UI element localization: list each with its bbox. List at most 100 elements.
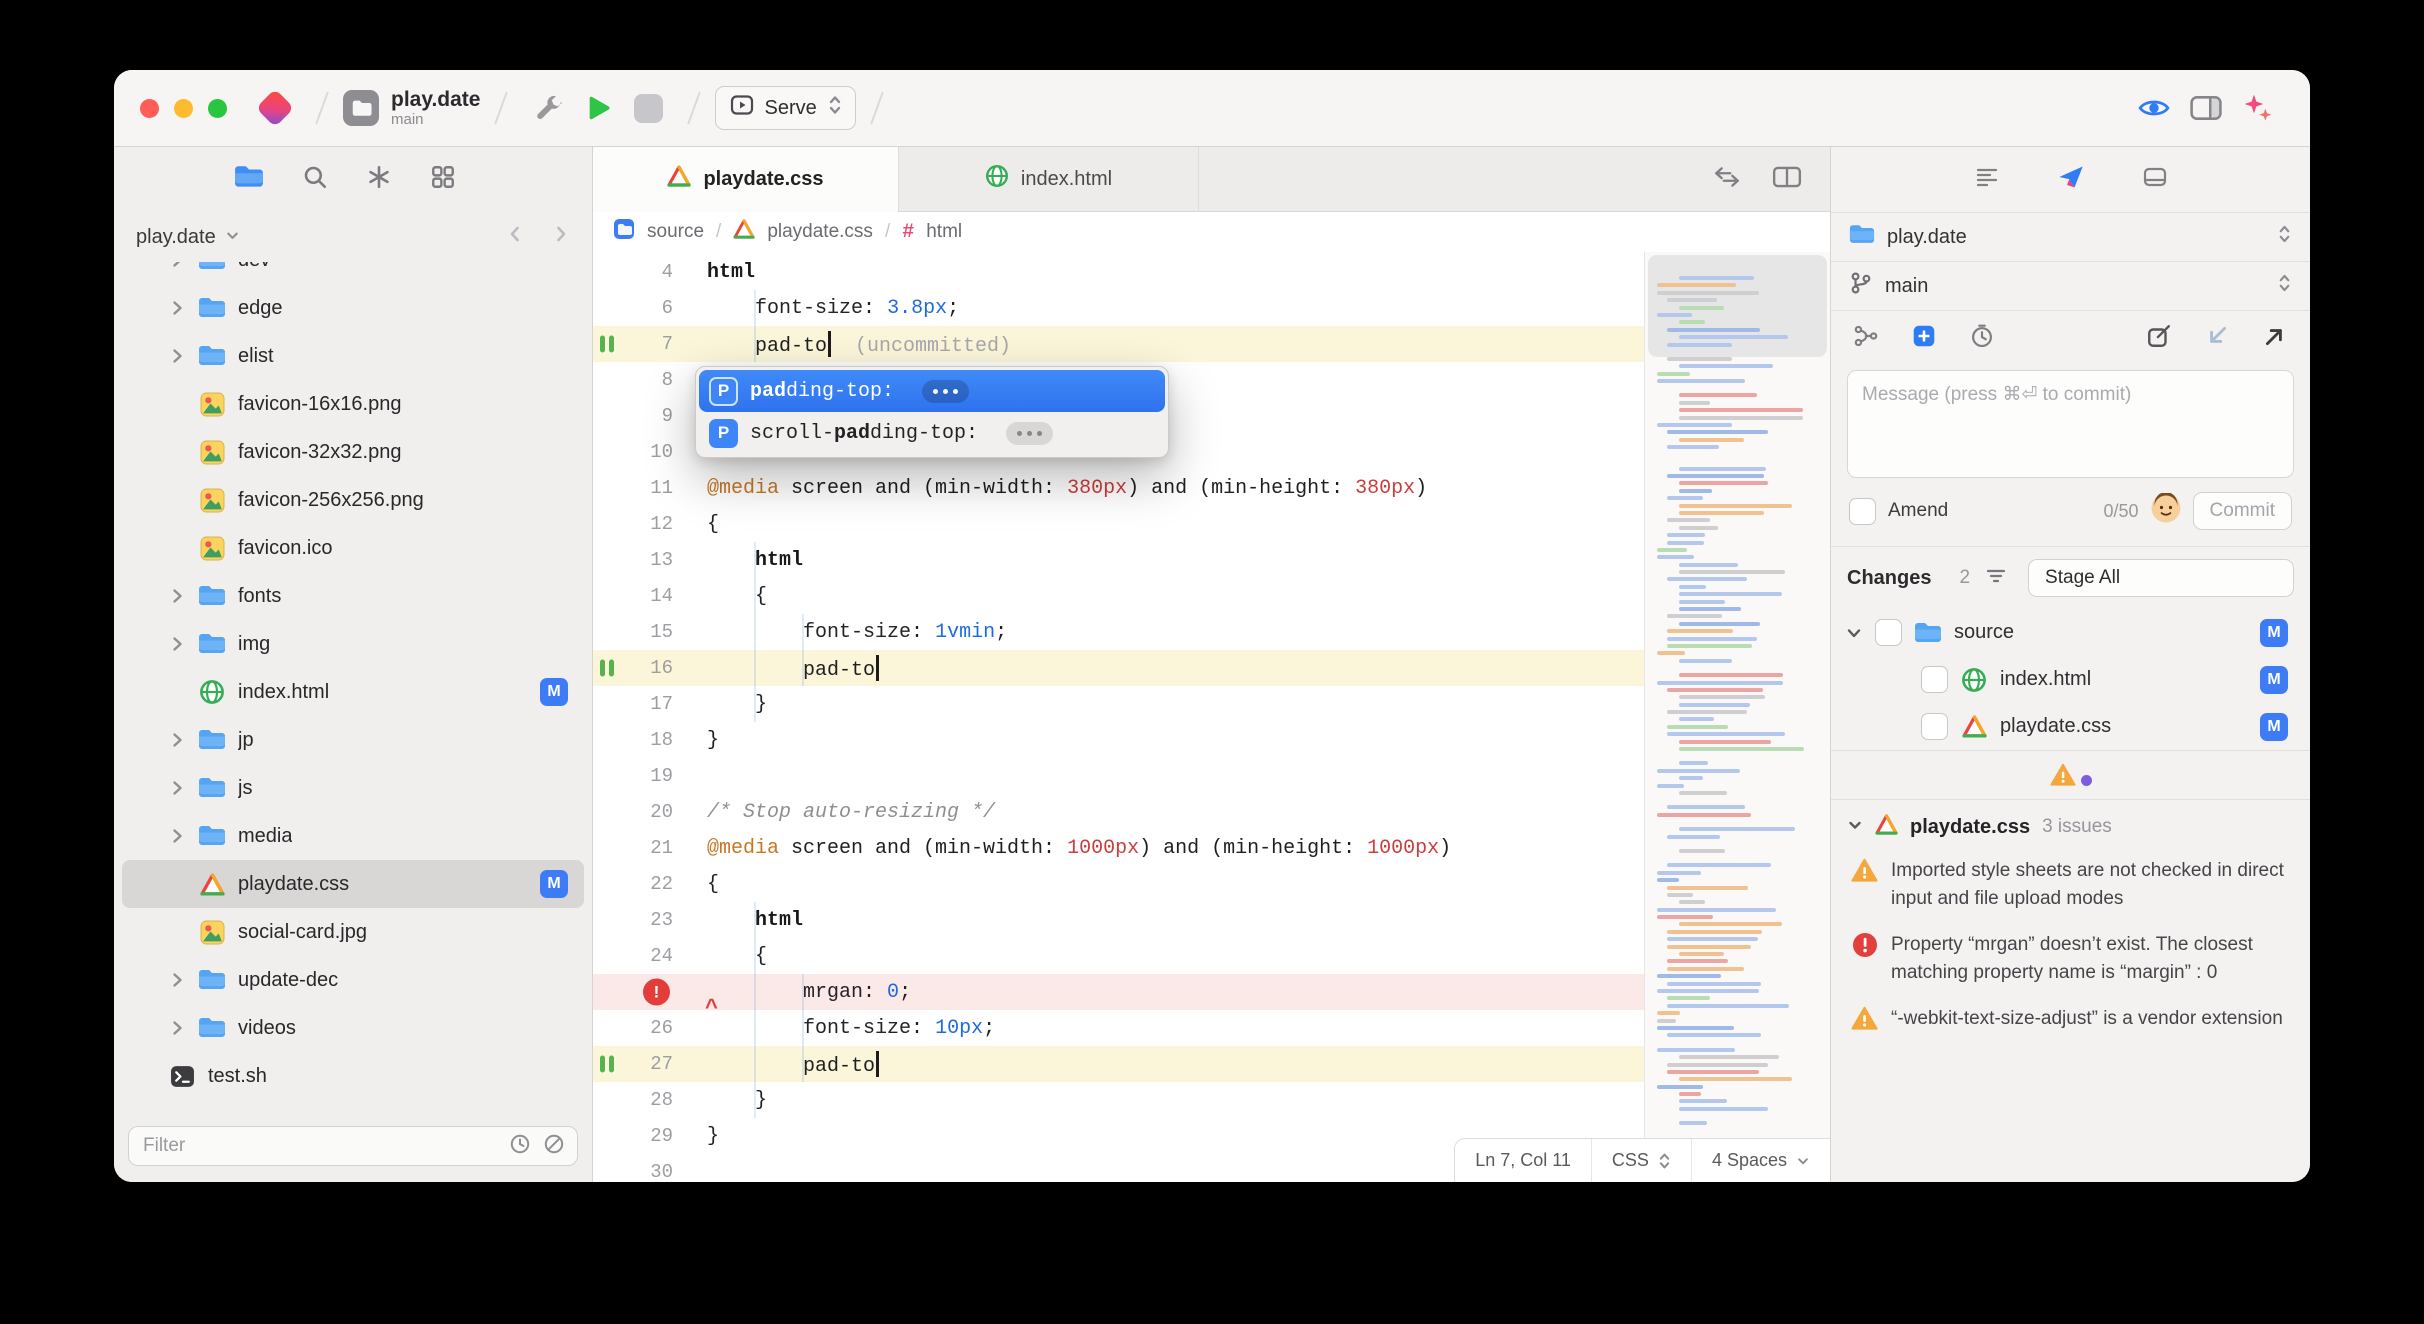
repo-selector[interactable]: play.date: [1831, 212, 2310, 261]
file-tree-item-social-card.jpg[interactable]: social-card.jpg: [122, 908, 584, 956]
stage-checkbox[interactable]: [1921, 713, 1948, 740]
text-report-icon[interactable]: [1973, 165, 2001, 194]
code-line-7[interactable]: 7 pad-to (uncommitted): [593, 326, 1644, 362]
file-tree-item-fonts[interactable]: fonts: [122, 572, 584, 620]
disclosure-chevron-icon[interactable]: [168, 1019, 186, 1037]
language-selector[interactable]: CSS: [1590, 1139, 1691, 1182]
code-line-23[interactable]: 23 html: [593, 902, 1644, 938]
pull-arrow-icon[interactable]: [2204, 323, 2230, 354]
staged-changes-icon[interactable]: [1911, 323, 1937, 354]
search-icon[interactable]: [302, 164, 328, 195]
history-stopwatch-icon[interactable]: [1969, 323, 1995, 354]
file-tree-item-videos[interactable]: videos: [122, 1004, 584, 1052]
file-tree-item-favicon-32x32.png[interactable]: favicon-32x32.png: [122, 428, 584, 476]
close-window-button[interactable]: [140, 98, 159, 118]
code-line-14[interactable]: 14 {: [593, 578, 1644, 614]
stage-all-button[interactable]: Stage All: [2028, 559, 2294, 597]
disclosure-chevron-icon[interactable]: [168, 779, 186, 797]
code-line-17[interactable]: 17 }: [593, 686, 1644, 722]
scope-filter-icon[interactable]: [543, 1133, 565, 1160]
breadcrumb-item-file[interactable]: playdate.css: [767, 221, 873, 243]
code-line-20[interactable]: 20 /* Stop auto-resizing */: [593, 794, 1644, 830]
tab-index-html[interactable]: index.html: [899, 147, 1199, 211]
push-arrow-icon[interactable]: [2262, 323, 2288, 354]
commit-message-input[interactable]: Message (press ⌘⏎ to commit): [1847, 370, 2294, 478]
code-line-4[interactable]: 4 html: [593, 254, 1644, 290]
file-tree-item-media[interactable]: media: [122, 812, 584, 860]
extensions-sparkle-button[interactable]: [2242, 92, 2274, 124]
disclosure-chevron-icon[interactable]: [168, 827, 186, 845]
project-chip[interactable]: play.date main: [343, 88, 480, 128]
code-line-16[interactable]: 16 pad-to: [593, 650, 1644, 686]
more-options-dots-icon[interactable]: [1006, 421, 1054, 445]
code-line-18[interactable]: 18}: [593, 722, 1644, 758]
disclosure-chevron-icon[interactable]: [168, 971, 186, 989]
file-tree-item-img[interactable]: img: [122, 620, 584, 668]
code-line-6[interactable]: 6 font-size: 3.8px;: [593, 290, 1644, 326]
issues-summary-badge[interactable]: [1831, 751, 2310, 799]
file-tree-item-dev[interactable]: dev: [122, 262, 584, 284]
serve-task-selector[interactable]: Serve: [715, 86, 856, 130]
zoom-window-button[interactable]: [208, 98, 227, 118]
change-item-source[interactable]: source M: [1831, 609, 2310, 656]
file-tree-item-playdate.css[interactable]: playdate.css M: [122, 860, 584, 908]
disclosure-chevron-icon[interactable]: [168, 347, 186, 365]
breadcrumb-item-source[interactable]: source: [647, 221, 704, 243]
branch-selector[interactable]: main: [1831, 261, 2310, 310]
publish-rocket-icon[interactable]: [2057, 163, 2085, 196]
split-editor-icon[interactable]: [1772, 165, 1802, 194]
navigate-editors-icon[interactable]: [1712, 165, 1742, 194]
forward-chevron-icon[interactable]: [552, 224, 570, 250]
file-tree-item-edge[interactable]: edge: [122, 284, 584, 332]
file-tree-item-favicon.ico[interactable]: favicon.ico: [122, 524, 584, 572]
file-tree-item-test.sh[interactable]: test.sh: [122, 1052, 584, 1100]
amend-checkbox[interactable]: [1849, 497, 1876, 525]
code-line-25[interactable]: ! mrgan: 0; ^: [593, 974, 1644, 1021]
disclosure-chevron-icon[interactable]: [168, 731, 186, 749]
minimize-window-button[interactable]: [174, 98, 193, 118]
autocomplete-item-scroll-padding-top[interactable]: P scroll-padding-top:: [699, 412, 1165, 454]
code-line-15[interactable]: 15 font-size: 1vmin;: [593, 614, 1644, 650]
file-tree-item-favicon-256x256.png[interactable]: favicon-256x256.png: [122, 476, 584, 524]
breadcrumb-item-rule[interactable]: html: [926, 221, 962, 243]
code-line-21[interactable]: 21 @media screen and (min-width: 1000px) …: [593, 830, 1644, 866]
code-line-24[interactable]: 24 {: [593, 938, 1644, 974]
change-item-playdate.css[interactable]: playdate.css M: [1831, 703, 2310, 750]
code-line-27[interactable]: 27 pad-to: [593, 1046, 1644, 1082]
compose-commit-icon[interactable]: [2146, 323, 2172, 354]
stage-checkbox[interactable]: [1875, 619, 1902, 646]
issue-item-1[interactable]: Imported style sheets are not checked in…: [1831, 848, 2310, 922]
code-line-13[interactable]: 13 html: [593, 542, 1644, 578]
file-tree-item-favicon-16x16.png[interactable]: favicon-16x16.png: [122, 380, 584, 428]
preview-eye-button[interactable]: [2138, 96, 2170, 120]
back-chevron-icon[interactable]: [506, 224, 524, 250]
panel-frame-icon[interactable]: [2141, 165, 2169, 194]
change-item-index.html[interactable]: index.html M: [1831, 656, 2310, 703]
symbols-asterisk-icon[interactable]: [366, 164, 392, 195]
issue-item-3[interactable]: “-webkit-text-size-adjust” is a vendor e…: [1831, 996, 2310, 1042]
stage-checkbox[interactable]: [1921, 666, 1948, 693]
file-tree-item-index.html[interactable]: index.html M: [122, 668, 584, 716]
issues-header[interactable]: playdate.css 3 issues: [1831, 800, 2310, 848]
disclosure-chevron-icon[interactable]: [168, 299, 186, 317]
file-tree-item-update-dec[interactable]: update-dec: [122, 956, 584, 1004]
disclosure-chevron-icon[interactable]: [168, 587, 186, 605]
code-line-19[interactable]: 19: [593, 758, 1644, 794]
toggle-panels-button[interactable]: [2190, 95, 2222, 121]
commit-graph-icon[interactable]: [1853, 323, 1879, 354]
file-tree-item-elist[interactable]: elist: [122, 332, 584, 380]
file-tree-item-js[interactable]: js: [122, 764, 584, 812]
indent-selector[interactable]: 4 Spaces: [1690, 1139, 1830, 1182]
grid-view-icon[interactable]: [430, 164, 456, 195]
minimap[interactable]: [1644, 252, 1830, 1182]
autocomplete-item-padding-top[interactable]: P padding-top:: [699, 370, 1165, 412]
files-sidebar-icon[interactable]: [234, 165, 264, 194]
build-button[interactable]: [532, 93, 563, 123]
commit-button[interactable]: Commit: [2192, 492, 2292, 530]
stop-button[interactable]: [634, 93, 664, 123]
sidebar-project-selector[interactable]: play.date: [136, 226, 216, 249]
code-line-22[interactable]: 22 {: [593, 866, 1644, 902]
code-line-12[interactable]: 12 {: [593, 506, 1644, 542]
file-tree-item-jp[interactable]: jp: [122, 716, 584, 764]
recent-clock-icon[interactable]: [509, 1133, 531, 1160]
